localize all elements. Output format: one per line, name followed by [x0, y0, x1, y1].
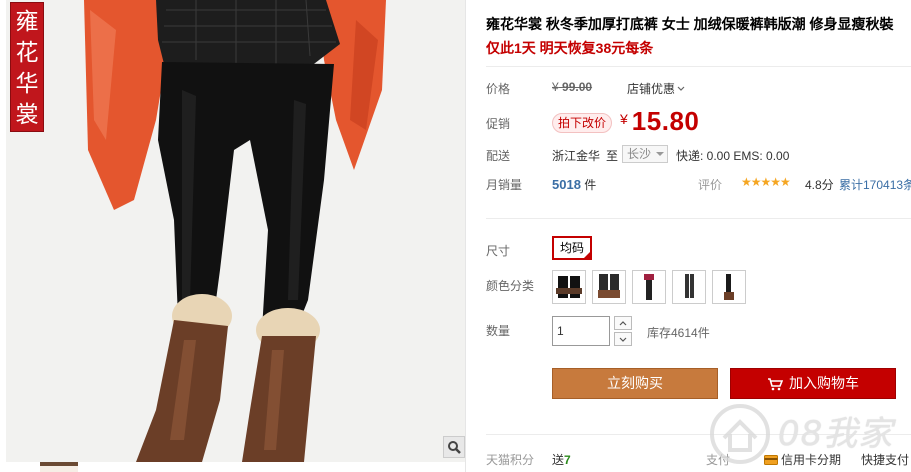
- quantity-input[interactable]: [552, 316, 610, 346]
- brand-tag-char: 华: [15, 71, 39, 97]
- shipping-label: 配送: [486, 149, 511, 163]
- sale-price: ¥15.80: [620, 106, 699, 137]
- monthly-sales-count: 5018: [552, 177, 581, 192]
- product-photo-illustration: [6, 0, 465, 462]
- divider: [486, 218, 911, 219]
- brand-tag-char: 裳: [15, 102, 39, 128]
- monthly-sales-unit: 件: [584, 178, 597, 192]
- tmall-points-prefix: 送: [552, 453, 565, 467]
- size-option-label: 均码: [560, 241, 585, 255]
- color-swatch[interactable]: [632, 270, 666, 304]
- swatch-thumbnail: [634, 272, 664, 302]
- size-option-selected[interactable]: 均码: [552, 236, 593, 260]
- shop-promo-label: 店铺优惠: [627, 82, 676, 96]
- destination-city-select[interactable]: 长沙: [622, 145, 668, 163]
- chevron-down-icon: [677, 86, 685, 91]
- color-swatch[interactable]: [712, 270, 746, 304]
- size-label: 尺寸: [486, 244, 511, 258]
- watermark-text: 08我家: [778, 414, 894, 454]
- original-price-currency: ¥: [552, 80, 559, 94]
- shop-promo-dropdown[interactable]: 店铺优惠: [627, 80, 685, 97]
- price-label: 价格: [486, 82, 511, 96]
- product-main-image[interactable]: [6, 0, 465, 462]
- color-swatch-list: [552, 270, 746, 304]
- product-detail-panel: 雍花华裳 秋冬季加厚打底裤 女士 加绒保暖裤韩版潮 修身显瘦秋裝 仅此1天 明天…: [486, 0, 911, 472]
- quantity-decrease-button[interactable]: [614, 332, 632, 346]
- selected-check-icon: [582, 250, 593, 260]
- shipping-fees: 快递: 0.00 EMS: 0.00: [676, 149, 790, 163]
- caret-down-icon: [656, 152, 664, 156]
- quantity-increase-button[interactable]: [614, 316, 632, 330]
- original-price-value: 99.00: [562, 80, 593, 94]
- quantity-label: 数量: [486, 324, 511, 338]
- swatch-thumbnail: [594, 272, 624, 302]
- sale-label: 促销: [486, 117, 511, 131]
- color-swatch[interactable]: [592, 270, 626, 304]
- add-to-cart-button[interactable]: 加入购物车: [730, 368, 896, 399]
- brand-tag-char: 花: [15, 40, 39, 66]
- chevron-up-icon: [619, 320, 627, 325]
- monthly-sales-label: 月销量: [486, 178, 523, 192]
- payment-label: 支付: [706, 453, 731, 467]
- swatch-thumbnail: [554, 272, 584, 302]
- product-title: 雍花华裳 秋冬季加厚打底裤 女士 加绒保暖裤韩版潮 修身显瘦秋裝: [486, 16, 894, 32]
- swatch-thumbnail: [674, 272, 704, 302]
- stock-count: 库存4614件: [647, 326, 710, 340]
- destination-city-value: 长沙: [627, 147, 652, 161]
- original-price: ¥ 99.00: [552, 80, 592, 94]
- sale-price-currency: ¥: [620, 111, 628, 127]
- review-count-link[interactable]: 累计170413条: [839, 176, 911, 193]
- tmall-points-value: 7: [564, 453, 571, 467]
- ship-to-word: 至: [606, 149, 619, 163]
- sale-price-value: 15.80: [631, 106, 700, 136]
- zoom-button[interactable]: [443, 436, 465, 458]
- chevron-down-icon: [619, 337, 627, 342]
- brand-tag-char: 雍: [15, 9, 39, 35]
- credit-card-icon: [764, 454, 778, 465]
- color-swatch[interactable]: [672, 270, 706, 304]
- rating-stars-icon: ★★★★★: [741, 175, 791, 189]
- monthly-sales: 5018 件: [552, 176, 596, 193]
- promo-message: 仅此1天 明天恢复38元每条: [486, 40, 654, 56]
- price-change-badge: 拍下改价: [552, 113, 613, 133]
- magnifier-icon: [448, 441, 461, 454]
- product-gallery: 雍 花 华 裳: [0, 0, 466, 472]
- divider: [486, 66, 911, 67]
- buy-now-button[interactable]: 立刻购买: [552, 368, 718, 399]
- rating-label: 评价: [698, 178, 723, 192]
- ship-from: 浙江金华: [552, 149, 601, 163]
- rating-score: 4.8分: [805, 178, 834, 192]
- brand-logo-tag: 雍 花 华 裳: [10, 2, 44, 132]
- thumbnail-indicator[interactable]: [40, 462, 78, 472]
- color-swatch[interactable]: [552, 270, 586, 304]
- cart-icon: [768, 377, 783, 390]
- tmall-points: 送7: [552, 451, 571, 468]
- swatch-thumbnail: [714, 272, 744, 302]
- color-label: 颜色分类: [486, 279, 535, 293]
- add-to-cart-label: 加入购物车: [789, 375, 859, 391]
- tmall-points-label: 天猫积分: [486, 453, 535, 467]
